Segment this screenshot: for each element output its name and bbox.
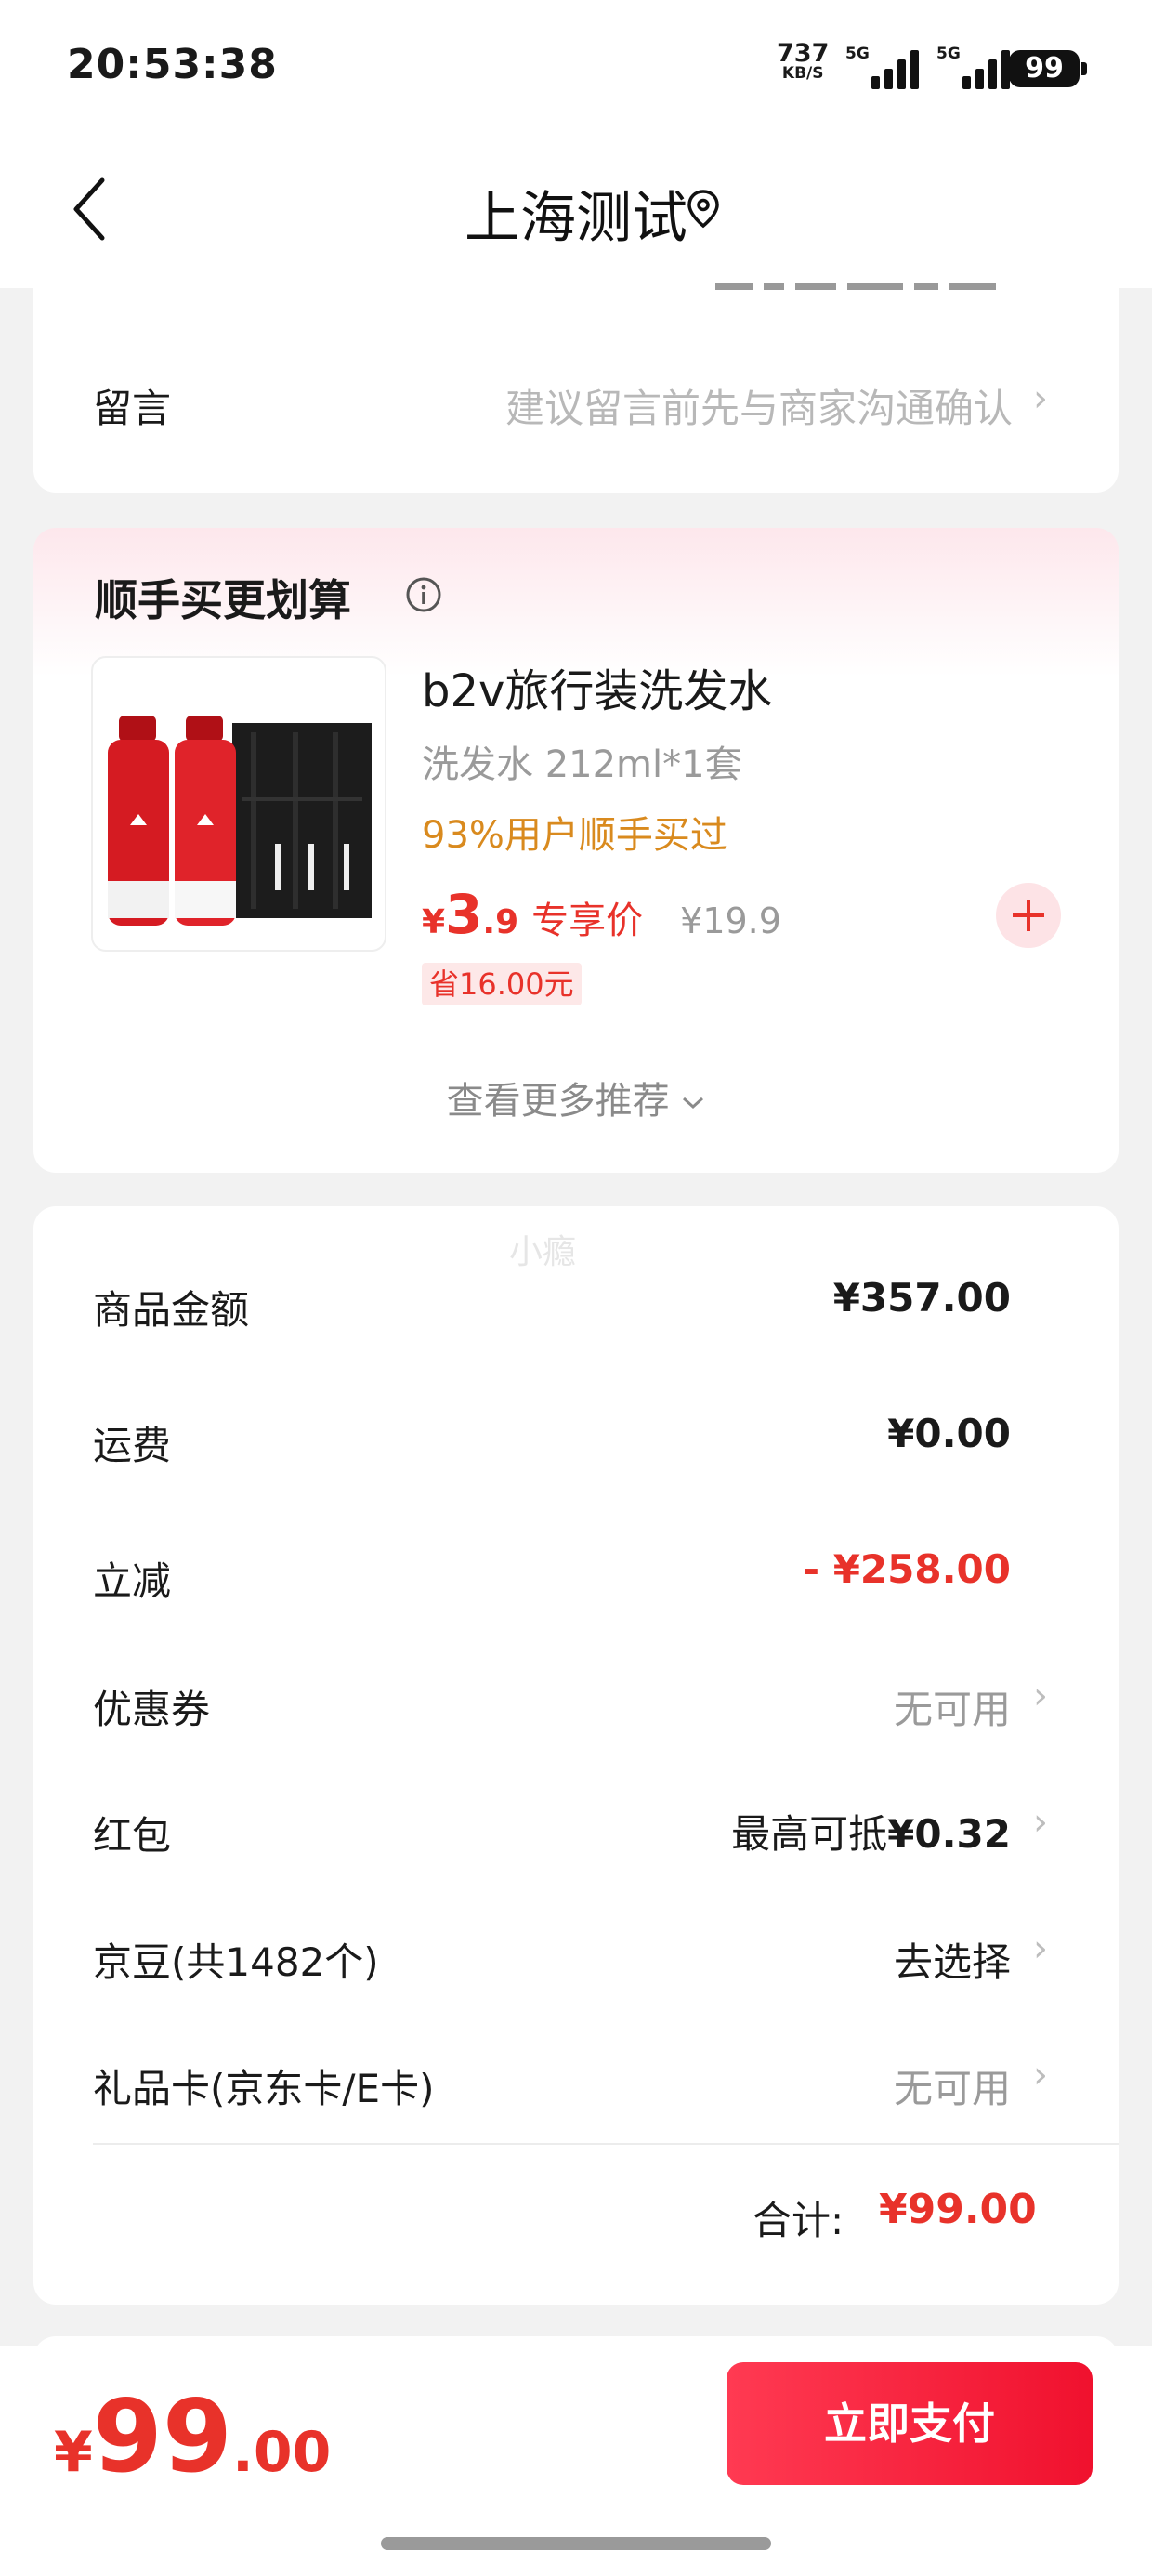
pay-currency: ¥ — [54, 2420, 93, 2485]
price-decimal: .9 — [482, 903, 519, 941]
redpacket-amount: ¥0.32 — [887, 1811, 1011, 1857]
pay-now-button[interactable]: 立即支付 — [727, 2362, 1093, 2485]
summary-label-jingdou[interactable]: 京豆(共1482个) — [93, 1931, 379, 1988]
summary-value-discount: - ¥258.00 — [803, 1546, 1011, 1592]
signal-label: 5G — [845, 45, 870, 63]
product-name[interactable]: b2v旅行装洗发水 — [422, 654, 772, 719]
summary-label-redpacket[interactable]: 红包 — [93, 1805, 171, 1861]
message-label: 留言 — [93, 386, 172, 431]
divider — [93, 2143, 1119, 2145]
summary-value-jingdou[interactable]: 去选择 — [894, 1931, 1011, 1988]
price-symbol: ¥ — [422, 903, 446, 941]
clipped-text — [715, 269, 1022, 290]
chevron-down-icon — [683, 1097, 704, 1110]
summary-label-shipping: 运费 — [93, 1423, 172, 1468]
product-price: ¥3.9 专享价 ¥19.9 — [422, 883, 781, 950]
signal-label: 5G — [936, 45, 961, 63]
add-to-order-button[interactable] — [996, 883, 1061, 948]
price-integer: 3 — [445, 883, 483, 946]
pay-total-amount: ¥99.00 — [54, 2379, 331, 2495]
pay-amount-int: 99 — [92, 2379, 233, 2495]
original-price: ¥19.9 — [680, 900, 781, 941]
summary-label-coupon[interactable]: 优惠券 — [93, 1678, 210, 1735]
save-badge: 省16.00元 — [422, 963, 582, 1005]
page-title: 上海测试 — [465, 186, 687, 251]
battery-icon: 99 — [1009, 50, 1087, 87]
summary-value-redpacket[interactable]: 最高可抵¥0.32 — [731, 1803, 1011, 1860]
chevron-right-icon[interactable]: › — [1033, 1675, 1048, 1717]
product-purchase-rate: 93%用户顺手买过 — [422, 814, 727, 857]
redpacket-prefix: 最高可抵 — [731, 1811, 888, 1857]
product-spec: 洗发水 212ml*1套 — [422, 743, 742, 786]
chevron-right-icon[interactable]: › — [1033, 377, 1048, 420]
summary-label-goods: 商品金额 — [93, 1287, 250, 1333]
pay-amount-dec: .00 — [232, 2420, 332, 2485]
product-image[interactable] — [91, 656, 386, 952]
more-recommend-link[interactable]: 查看更多推荐 — [0, 1071, 1152, 1124]
chevron-right-icon[interactable]: › — [1033, 1927, 1048, 1970]
summary-value-shipping: ¥0.00 — [887, 1411, 1011, 1456]
summary-value-goods: ¥357.00 — [832, 1275, 1011, 1321]
summary-value-coupon[interactable]: 无可用 — [894, 1678, 1011, 1735]
network-speed: 737 KB/S — [777, 41, 829, 83]
price-tag: 专享价 — [531, 900, 644, 942]
location-pin-icon[interactable] — [683, 188, 724, 229]
summary-label-giftcard[interactable]: 礼品卡(京东卡/E卡) — [93, 2057, 434, 2114]
chevron-right-icon[interactable]: › — [1033, 2054, 1048, 2096]
info-icon[interactable] — [405, 576, 442, 613]
more-recommend-label: 查看更多推荐 — [446, 1080, 670, 1123]
total-label: 合计: — [753, 2198, 844, 2243]
total-value: ¥99.00 — [879, 2186, 1037, 2233]
watermark: 小瘾 — [509, 1233, 577, 1271]
message-input[interactable]: 建议留言前先与商家沟通确认 — [505, 377, 1013, 434]
network-speed-unit: KB/S — [781, 64, 824, 83]
status-time: 20:53:38 — [67, 41, 278, 88]
home-indicator[interactable] — [381, 2537, 771, 2550]
recommend-title: 顺手买更划算 — [95, 575, 351, 625]
price-summary-card — [33, 1206, 1119, 2305]
summary-value-giftcard[interactable]: 无可用 — [894, 2057, 1011, 2114]
product-photo-icon — [108, 716, 372, 926]
summary-label-discount: 立减 — [93, 1558, 172, 1604]
chevron-right-icon[interactable]: › — [1033, 1801, 1048, 1844]
